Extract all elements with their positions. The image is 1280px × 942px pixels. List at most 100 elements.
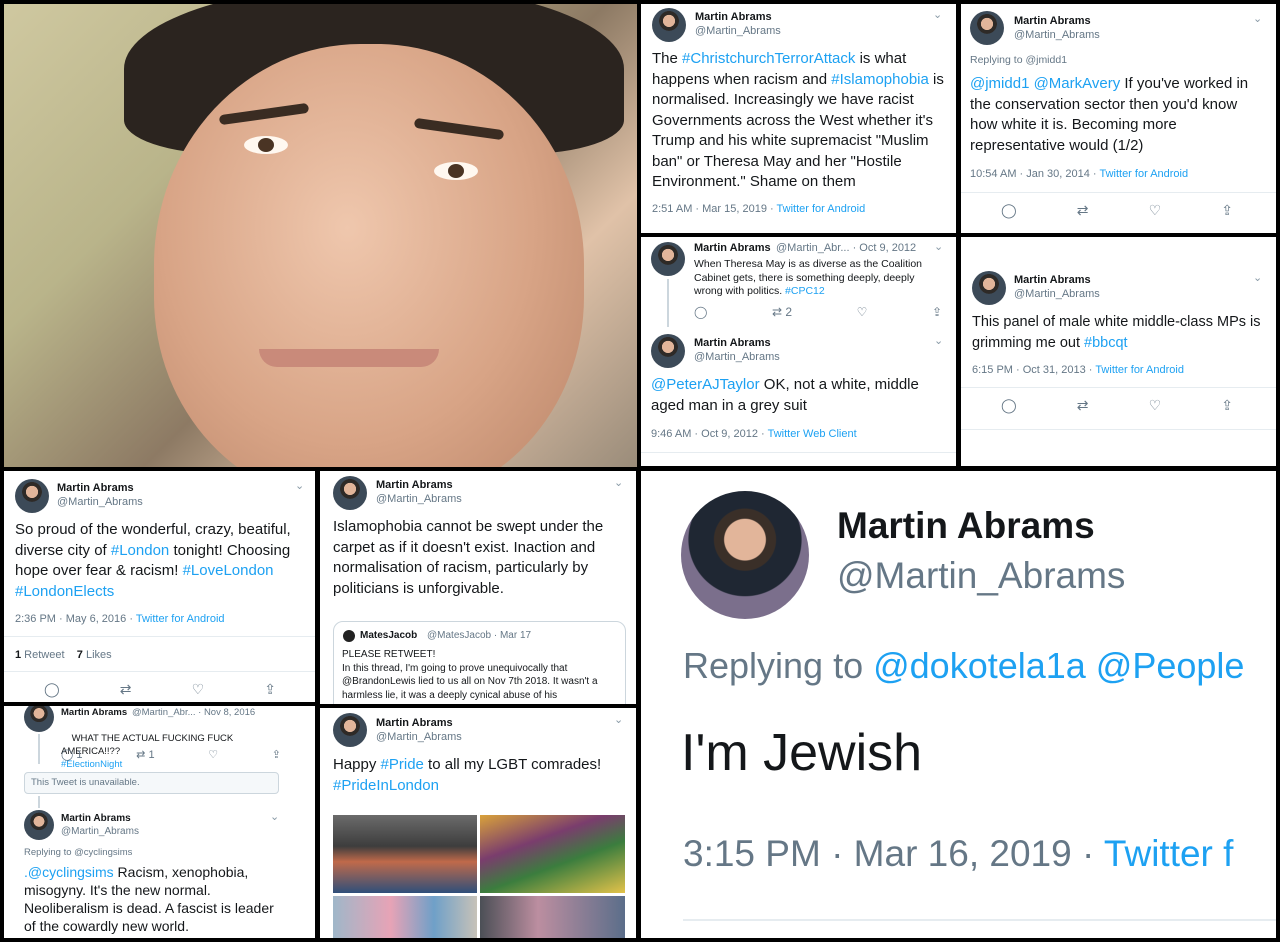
chevron-down-icon[interactable]: ⌄ xyxy=(614,713,623,726)
reply-icon[interactable]: ◯ xyxy=(694,305,707,319)
hashtag-link[interactable]: #LoveLondon xyxy=(183,562,274,579)
like-icon[interactable]: ♡ xyxy=(208,748,218,761)
chevron-down-icon[interactable]: ⌄ xyxy=(1253,271,1262,284)
client-link[interactable]: Twitter for Android xyxy=(1099,168,1188,180)
tweet-text: I'm Jewish xyxy=(681,724,923,782)
pride-photo-3[interactable] xyxy=(333,896,477,938)
author-name: Martin Abrams xyxy=(376,717,453,729)
reply-text: .@cyclingsims Racism, xenophobia, misogy… xyxy=(24,863,289,935)
time: 10:54 AM · Jan 30, 2014 · xyxy=(970,168,1100,180)
author-handle: @Martin_Abrams xyxy=(61,826,139,837)
divider xyxy=(961,429,1276,430)
reply-icon[interactable]: ◯ xyxy=(1001,202,1017,219)
hashtag-link[interactable]: #LondonElects xyxy=(15,583,114,600)
client-link[interactable]: Twitter for Android xyxy=(136,613,225,625)
chevron-down-icon[interactable]: ⌄ xyxy=(934,240,943,253)
tweet-christchurch[interactable]: Martin Abrams @Martin_Abrams ⌄ The #Chri… xyxy=(641,4,956,233)
pride-photo-4[interactable] xyxy=(480,896,625,938)
avatar xyxy=(24,706,54,732)
like-icon[interactable]: ♡ xyxy=(857,305,868,319)
mention-link[interactable]: @PeterAJTaylor xyxy=(651,376,760,393)
avatar xyxy=(652,8,686,42)
replying-to[interactable]: Replying to @jmidd1 xyxy=(970,54,1067,66)
retweet-icon[interactable]: ⇄ xyxy=(120,681,132,698)
retweet-button[interactable]: ⇄ 1 xyxy=(136,748,154,761)
tweet-zoomed-jewish[interactable]: Martin Abrams @Martin_Abrams Replying to… xyxy=(641,471,1276,938)
divider xyxy=(641,452,956,453)
tweet-pride[interactable]: Martin Abrams @Martin_Abrams ⌄ Happy #Pr… xyxy=(320,708,636,938)
share-icon[interactable]: ⇪ xyxy=(272,748,281,761)
hashtag-link[interactable]: #ChristchurchTerrorAttack xyxy=(682,50,855,67)
tweet-timestamp: 6:15 PM · Oct 31, 2013 · Twitter for And… xyxy=(972,364,1184,376)
hashtag-link[interactable]: #Pride xyxy=(381,756,424,773)
tweet-text: When Theresa May is as diverse as the Co… xyxy=(694,258,944,299)
tweet-text: So proud of the wonderful, crazy, beatif… xyxy=(15,520,311,602)
share-icon[interactable]: ⇪ xyxy=(932,305,942,319)
client-link[interactable]: Twitter for Android xyxy=(1095,364,1184,376)
retweet-button[interactable]: ⇄ 2 xyxy=(772,305,792,319)
avatar xyxy=(15,479,49,513)
retweet-icon[interactable]: ⇄ xyxy=(1077,397,1089,414)
unavailable-text: This Tweet is unavailable. xyxy=(31,777,140,788)
author-handle: @Martin_Abrams xyxy=(376,731,462,743)
author-handle: @Martin_Abrams xyxy=(376,493,462,505)
reply-icon[interactable]: ◯ xyxy=(44,681,60,698)
hashtag-link[interactable]: #London xyxy=(111,542,169,559)
client-link[interactable]: Twitter for Android xyxy=(777,203,866,215)
like-icon[interactable]: ♡ xyxy=(1149,202,1162,219)
avatar xyxy=(24,810,54,840)
retweet-label[interactable]: Retweet xyxy=(21,649,64,661)
text-segment: to all my LGBT comrades! xyxy=(423,756,602,773)
mention-link[interactable]: @dokotela1a @People xyxy=(873,645,1244,686)
tweet-bbcqt[interactable]: Martin Abrams @Martin_Abrams ⌄ This pane… xyxy=(961,237,1276,466)
client-link[interactable]: Twitter Web Client xyxy=(768,428,857,440)
hashtag-link[interactable]: #CPC12 xyxy=(785,285,825,297)
like-label[interactable]: Likes xyxy=(83,649,112,661)
retweet-count: 2 xyxy=(785,305,793,319)
tweet-conservation[interactable]: Martin Abrams @Martin_Abrams ⌄ Replying … xyxy=(961,4,1276,233)
mention-link[interactable]: .@cyclingsims xyxy=(24,864,114,880)
replying-to[interactable]: Replying to @cyclingsims xyxy=(24,847,132,858)
reply-icon[interactable]: ◯ xyxy=(1001,397,1017,414)
tweet-thread-cpc12[interactable]: Martin Abrams @Martin_Abr... · Oct 9, 20… xyxy=(641,237,956,466)
time: 2:36 PM · May 6, 2016 · xyxy=(15,613,136,625)
like-icon[interactable]: ♡ xyxy=(1149,397,1162,414)
pride-photo-1[interactable] xyxy=(333,815,477,893)
chevron-down-icon[interactable]: ⌄ xyxy=(295,479,304,492)
tweet-london[interactable]: Martin Abrams @Martin_Abrams ⌄ So proud … xyxy=(4,471,315,702)
share-icon[interactable]: ⇪ xyxy=(1221,397,1233,414)
text-segment: is normalised. Increasingly we have raci… xyxy=(652,70,944,191)
avatar xyxy=(651,334,685,368)
share-icon[interactable]: ⇪ xyxy=(264,681,276,698)
author-name: Martin Abrams xyxy=(57,482,134,494)
hashtag-link[interactable]: #bbcqt xyxy=(1084,335,1128,351)
reply-button[interactable]: ◯ 1 xyxy=(61,748,83,761)
avatar xyxy=(651,242,685,276)
chevron-down-icon[interactable]: ⌄ xyxy=(270,810,279,823)
tweet-thread-election[interactable]: Martin Abrams @Martin_Abr... · Nov 8, 20… xyxy=(4,706,315,938)
author-handle: @Martin_Abrams xyxy=(1014,29,1100,41)
tweet-text: The #ChristchurchTerrorAttack is what ha… xyxy=(652,49,948,193)
hashtag-link[interactable]: #PrideInLondon xyxy=(333,777,439,794)
chevron-down-icon[interactable]: ⌄ xyxy=(614,476,623,489)
chevron-down-icon[interactable]: ⌄ xyxy=(933,8,942,21)
quoted-tweet[interactable]: MatesJacob @MatesJacob · Mar 17 PLEASE R… xyxy=(333,621,626,704)
quoted-avatar xyxy=(343,630,355,642)
author-name: Martin Abrams xyxy=(1014,274,1091,286)
retweet-icon[interactable]: ⇄ xyxy=(1077,202,1089,219)
pride-photo-2[interactable] xyxy=(480,815,625,893)
client-link[interactable]: Twitter f xyxy=(1104,833,1234,874)
mention-link[interactable]: @jmidd1 @MarkAvery xyxy=(970,75,1120,92)
chevron-down-icon[interactable]: ⌄ xyxy=(1253,12,1262,25)
tweet-timestamp: 10:54 AM · Jan 30, 2014 · Twitter for An… xyxy=(970,168,1188,180)
hashtag-link[interactable]: #Islamophobia xyxy=(831,71,929,88)
reply-text: @PeterAJTaylor OK, not a white, middle a… xyxy=(651,375,947,416)
chevron-down-icon[interactable]: ⌄ xyxy=(934,334,943,347)
tweet-timestamp: 2:51 AM · Mar 15, 2019 · Twitter for And… xyxy=(652,203,865,215)
avatar xyxy=(972,271,1006,305)
tweet-islamophobia-quote[interactable]: Martin Abrams @Martin_Abrams ⌄ Islamopho… xyxy=(320,471,636,704)
share-icon[interactable]: ⇪ xyxy=(1221,202,1233,219)
author-name: Martin Abrams xyxy=(694,337,771,349)
like-icon[interactable]: ♡ xyxy=(192,681,205,698)
text-segment: The xyxy=(652,50,683,67)
